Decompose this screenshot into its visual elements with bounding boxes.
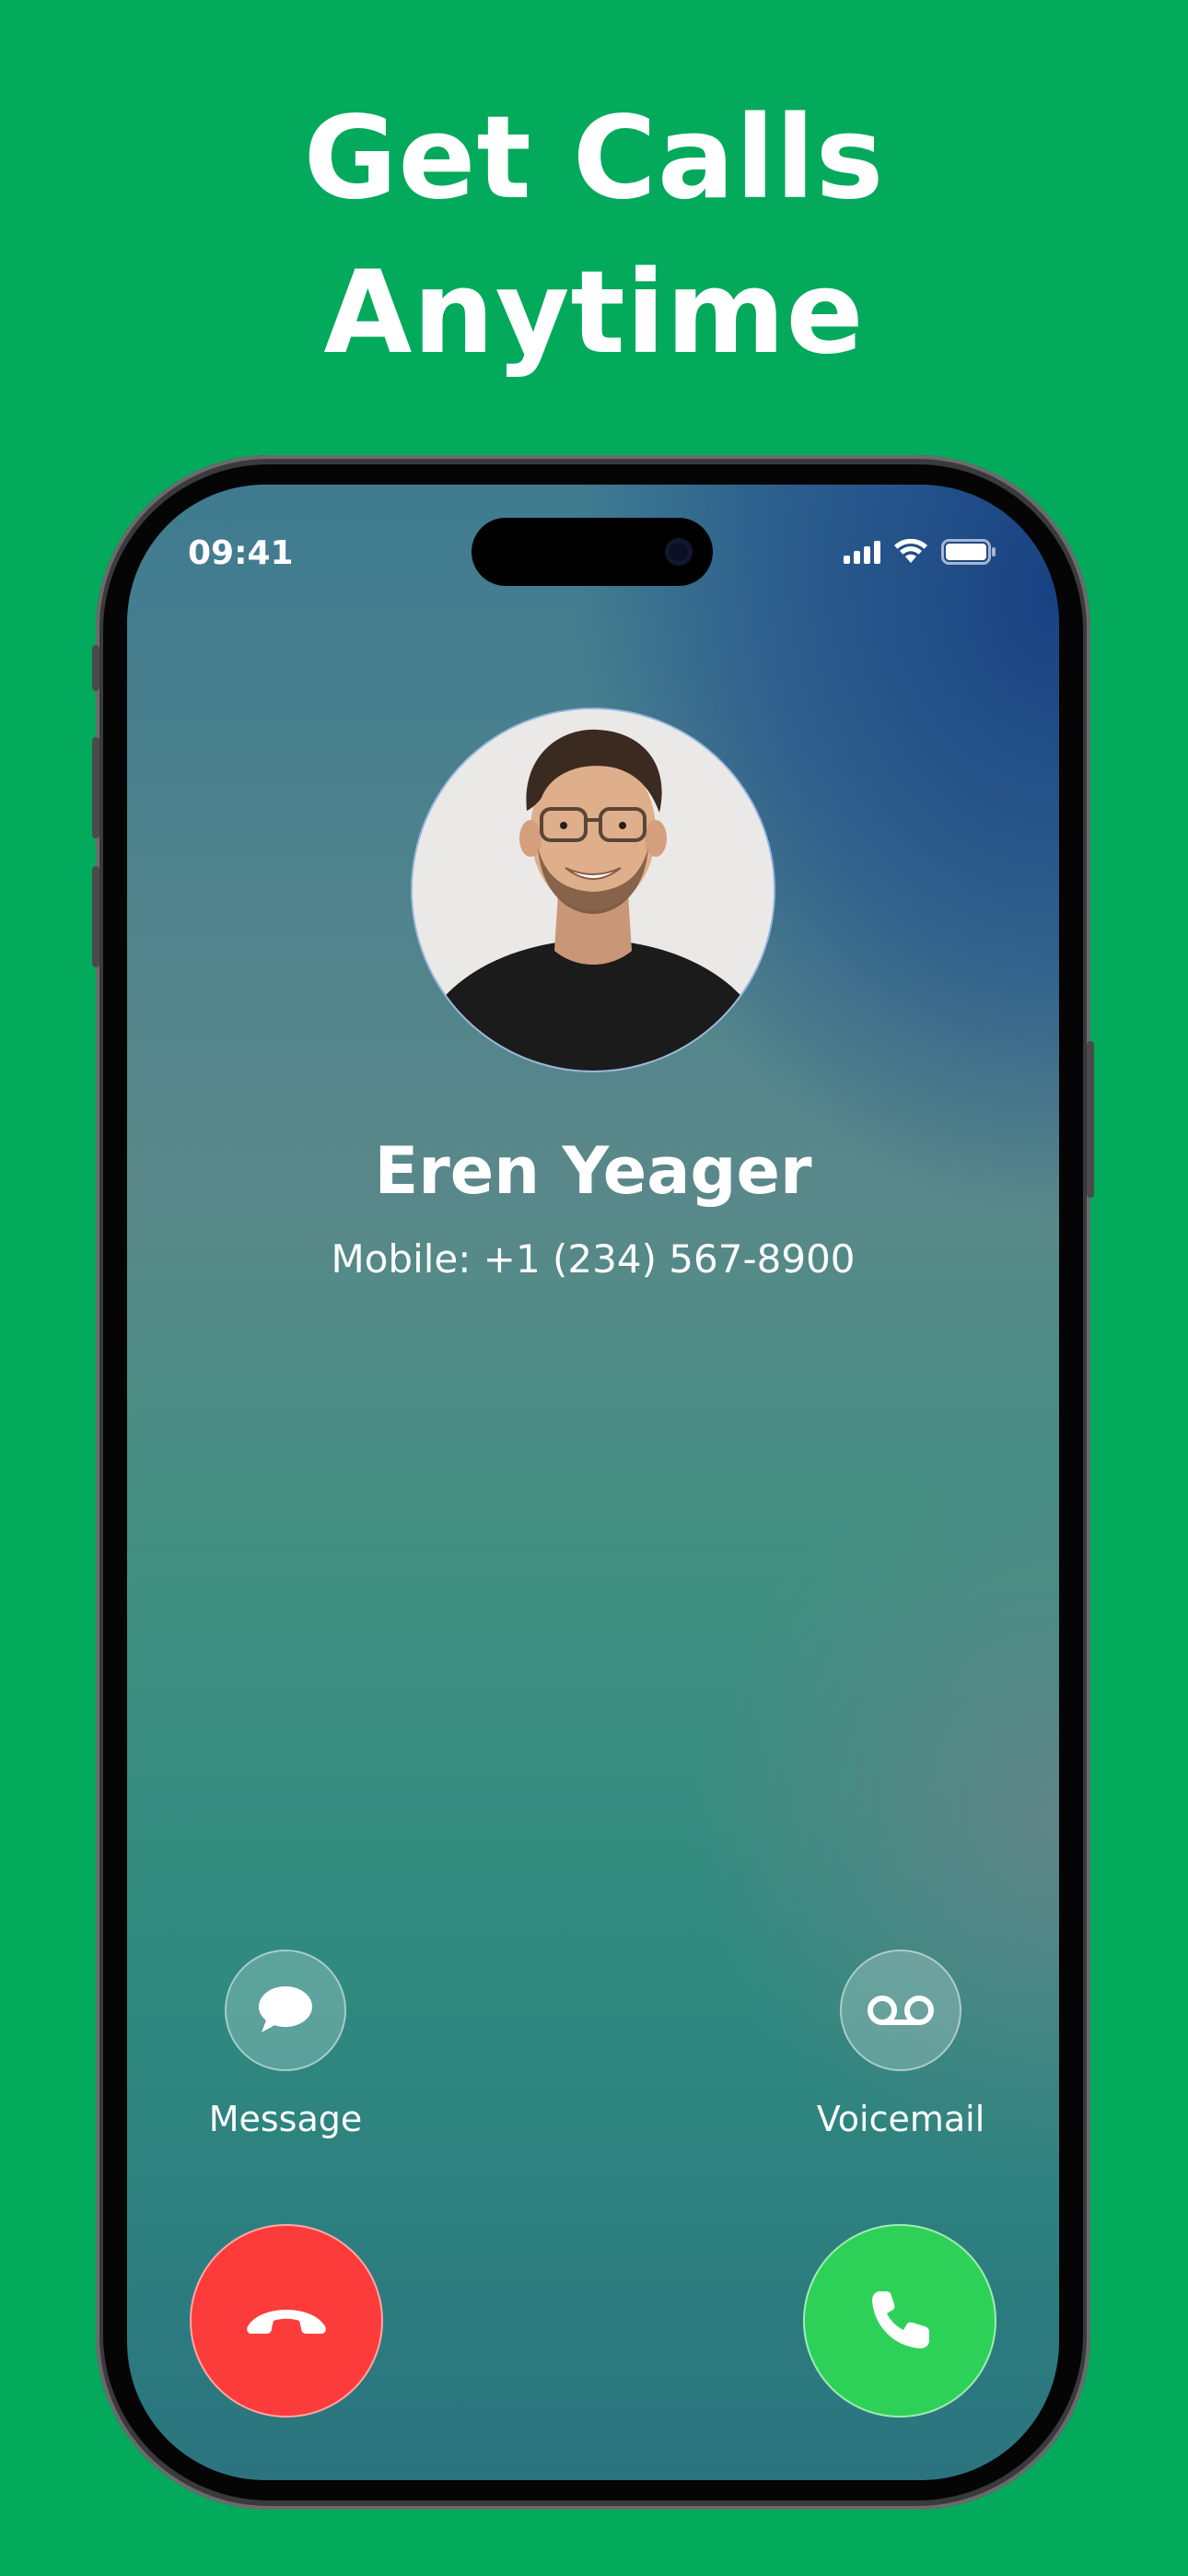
- status-icons: [844, 538, 996, 566]
- promo-headline: Get Calls Anytime: [0, 81, 1188, 391]
- wifi-icon: [894, 539, 927, 563]
- cellular-signal-icon: [844, 540, 880, 564]
- phone-volume-down-button: [92, 866, 99, 967]
- message-bubble-icon: [259, 1986, 312, 2032]
- incoming-call-screen: 09:41 Eren Yeager Mobile: +1 (234) 567-8…: [127, 485, 1059, 2480]
- headline-line-2: Anytime: [323, 247, 865, 380]
- front-camera-icon: [665, 538, 693, 566]
- battery-icon: [941, 539, 996, 565]
- phone-volume-up-button: [92, 737, 99, 838]
- caller-avatar: [413, 709, 774, 1071]
- phone-side-button: [92, 645, 99, 691]
- status-time: 09:41: [188, 534, 294, 572]
- phone-icon: [872, 2291, 929, 2348]
- caller-name: Eren Yeager: [374, 1133, 812, 1209]
- caller-number: Mobile: +1 (234) 567-8900: [331, 1236, 856, 1282]
- message-label: Message: [208, 2099, 363, 2139]
- headline-line-1: Get Calls: [303, 92, 885, 225]
- phone-hangup-icon: [247, 2310, 326, 2334]
- caller-photo: [413, 709, 774, 1071]
- decline-button[interactable]: [190, 2224, 383, 2418]
- dynamic-island: [472, 518, 713, 586]
- message-button[interactable]: [225, 1950, 346, 2071]
- voicemail-button[interactable]: [840, 1950, 961, 2071]
- voicemail-icon: [868, 1996, 934, 2025]
- voicemail-label: Voicemail: [816, 2099, 985, 2139]
- accept-button[interactable]: [803, 2224, 996, 2418]
- phone-power-button: [1087, 1041, 1094, 1198]
